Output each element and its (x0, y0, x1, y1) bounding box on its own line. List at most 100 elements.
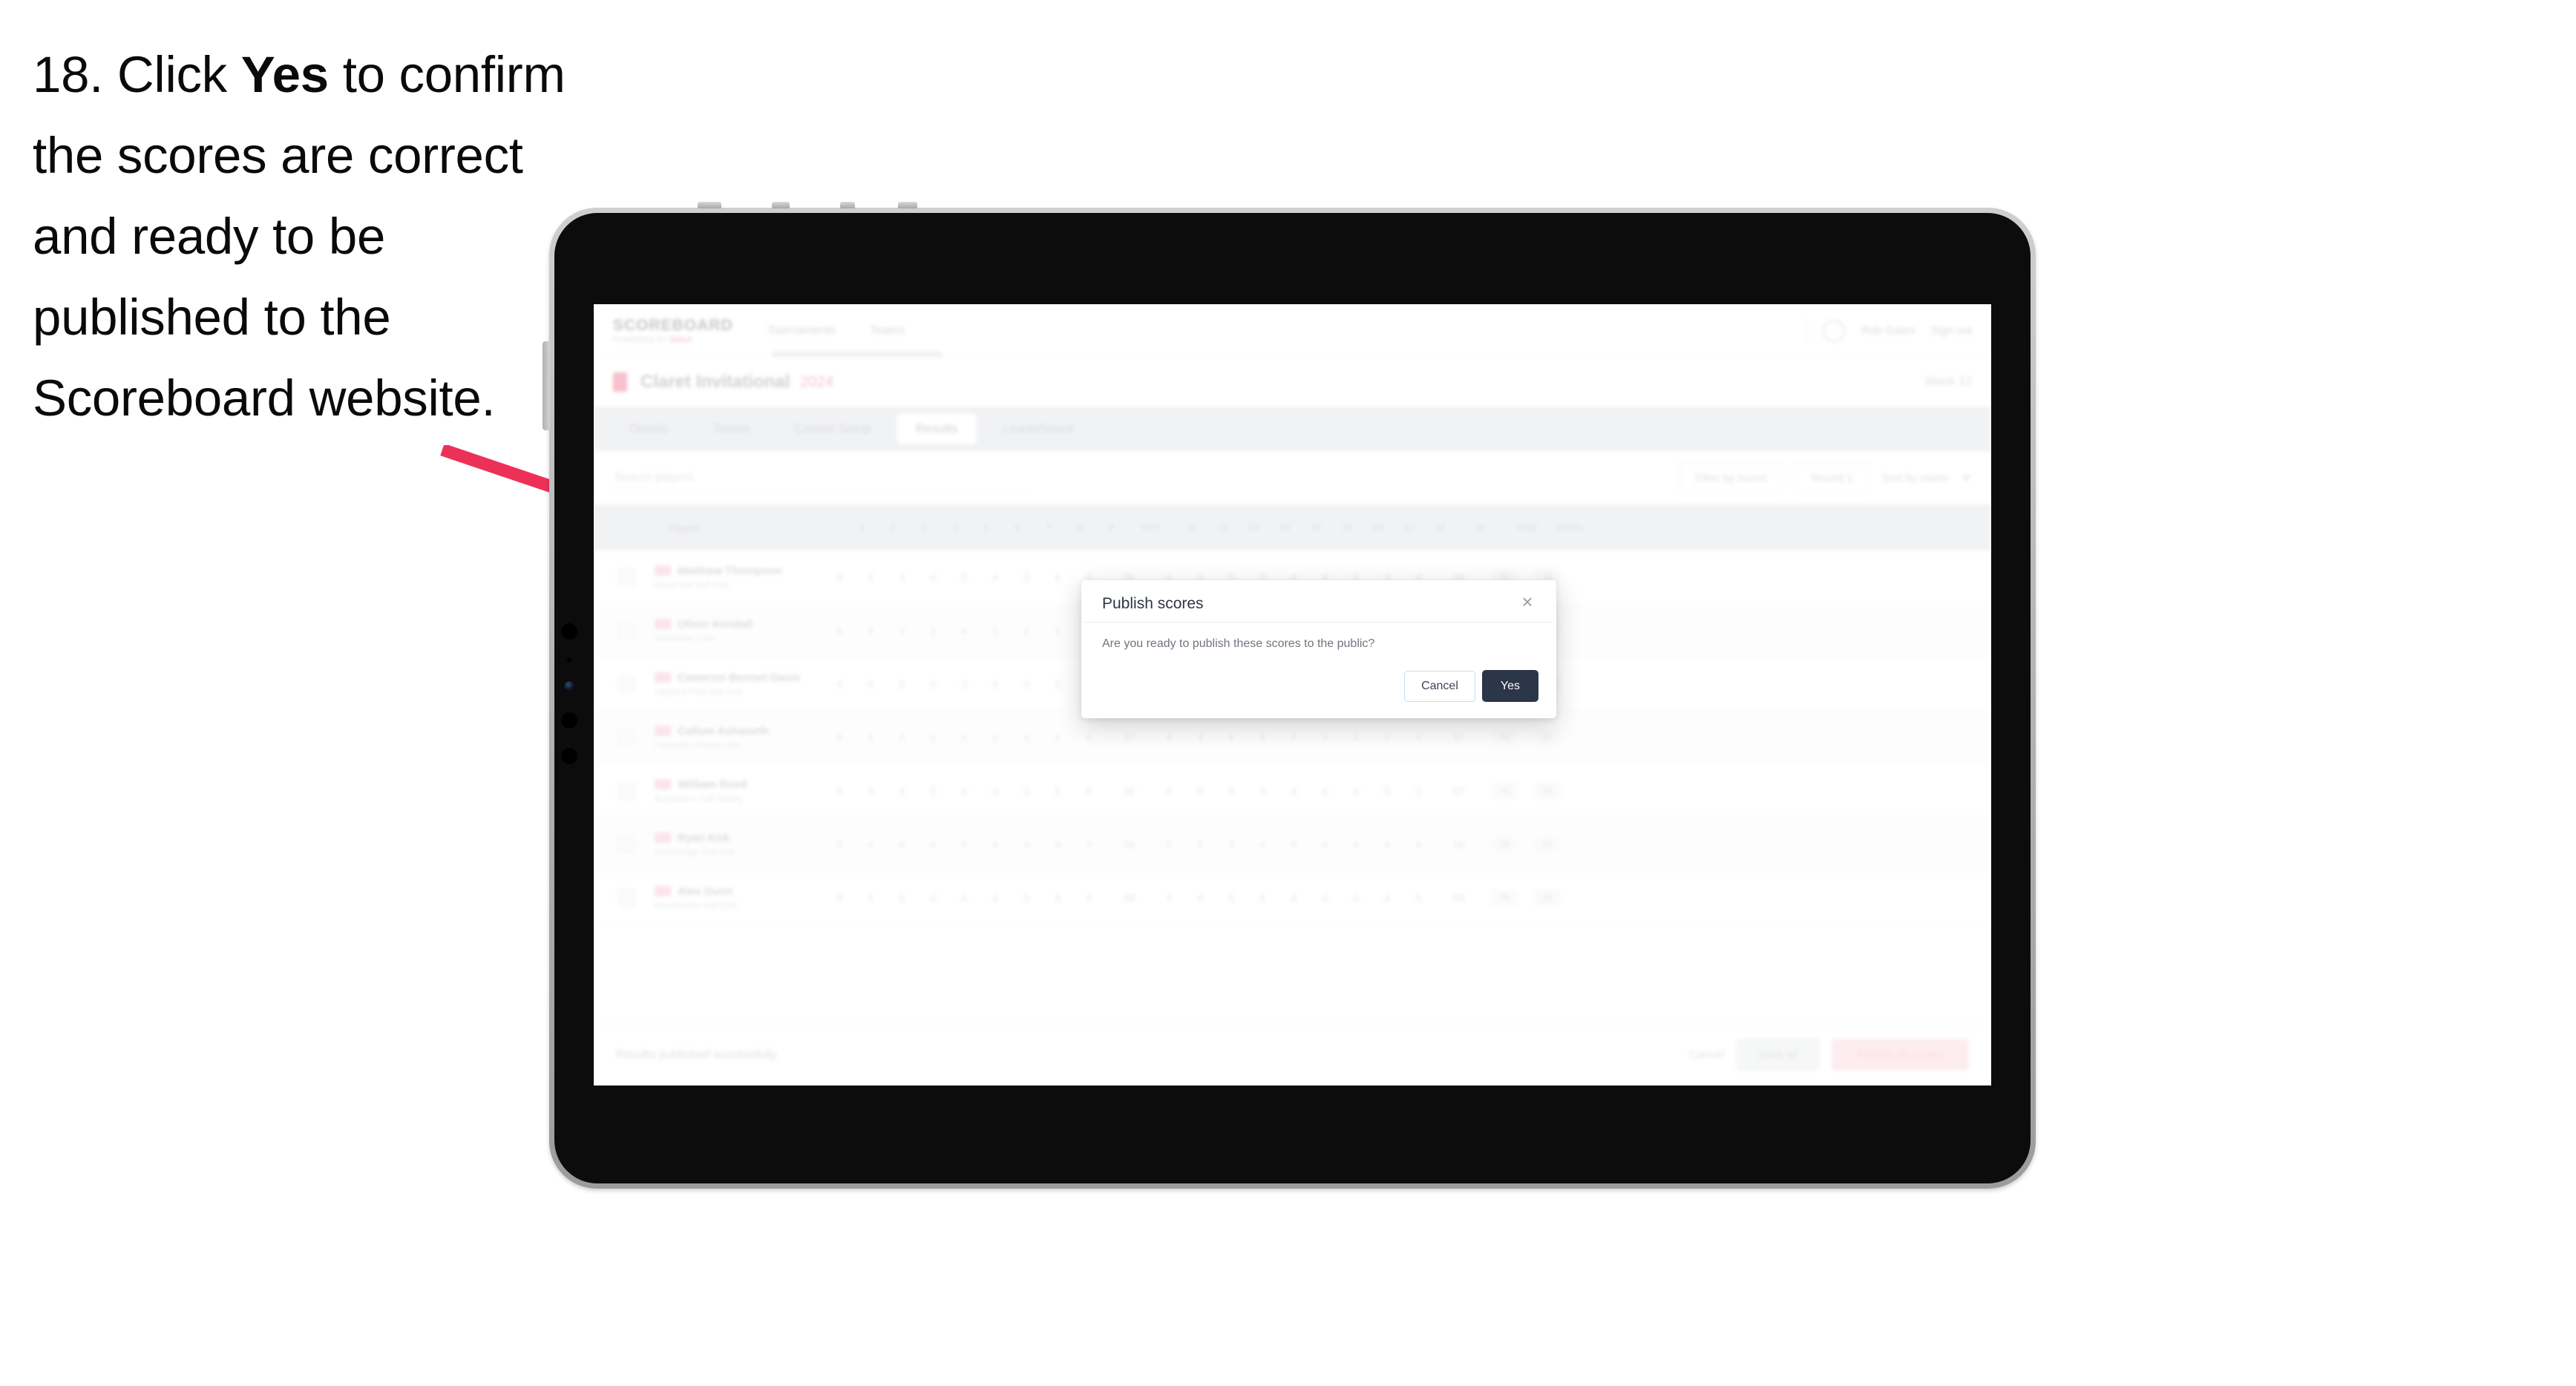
hole-score-cell[interactable]: 4 (1042, 732, 1073, 743)
tab-course-setup[interactable]: Course Setup (775, 413, 891, 444)
row-checkbox[interactable] (607, 675, 646, 692)
hole-score-cell[interactable]: 4 (980, 892, 1011, 904)
total-cell[interactable]: 74 (1483, 729, 1526, 746)
hole-score-cell[interactable]: 4 (948, 785, 980, 797)
save-all-button[interactable]: Save all (1735, 1039, 1820, 1071)
hole-score-cell[interactable]: 4 (980, 571, 1011, 583)
hole-score-cell[interactable]: 4 (1011, 838, 1042, 850)
hole-score-cell[interactable]: 4 (1216, 732, 1247, 743)
hole-score-cell[interactable]: 4 (1403, 838, 1434, 850)
out-total-cell[interactable]: 39 (1104, 892, 1153, 904)
hole-score-cell[interactable]: 5 (855, 732, 886, 743)
checkbox-icon[interactable] (618, 835, 635, 853)
table-row[interactable]: Ryan Kirk Stonebridge Golf Club 5 4 4 4 5 4 4 4 4 3… (594, 818, 1991, 871)
checkbox-icon[interactable] (618, 675, 635, 692)
points-cell[interactable]: 31 (1526, 729, 1569, 746)
hole-score-cell[interactable]: 5 (1278, 838, 1309, 850)
hole-score-cell[interactable]: 4 (855, 678, 886, 690)
hole-score-cell[interactable]: 5 (824, 838, 855, 850)
hole-score-cell[interactable]: 3 (1042, 625, 1073, 637)
hole-score-cell[interactable]: 4 (886, 838, 917, 850)
hole-score-cell[interactable]: 5 (824, 625, 855, 637)
hole-score-cell[interactable]: 4 (948, 892, 980, 904)
hole-score-cell[interactable]: 4 (1340, 785, 1371, 797)
avatar-icon[interactable] (1823, 319, 1846, 342)
hole-score-cell[interactable]: 3 (1011, 785, 1042, 797)
hole-score-cell[interactable]: 5 (1247, 732, 1278, 743)
hole-score-cell[interactable]: 4 (948, 625, 980, 637)
hole-score-cell[interactable]: 4 (1340, 732, 1371, 743)
points-cell[interactable]: 27 (1526, 835, 1569, 853)
hole-score-cell[interactable]: 4 (1153, 785, 1184, 797)
hole-score-cell[interactable]: 4 (917, 838, 948, 850)
hole-score-cell[interactable]: 4 (1153, 732, 1184, 743)
hole-score-cell[interactable]: 4 (886, 785, 917, 797)
hole-score-cell[interactable]: 4 (980, 678, 1011, 690)
hole-score-cell[interactable]: 3 (824, 732, 855, 743)
hole-score-cell[interactable]: 5 (855, 571, 886, 583)
hole-score-cell[interactable]: 4 (886, 732, 917, 743)
hole-score-cell[interactable]: 4 (1184, 732, 1216, 743)
hole-score-cell[interactable]: 3 (948, 678, 980, 690)
hole-score-cell[interactable]: 4 (855, 625, 886, 637)
table-row[interactable]: William Reed Brambleton Golf Society 4 4 4 5 4… (594, 764, 1991, 818)
points-cell[interactable]: 25 (1526, 889, 1569, 906)
hole-score-cell[interactable]: 5 (1011, 892, 1042, 904)
hole-score-cell[interactable]: 4 (980, 785, 1011, 797)
hole-score-cell[interactable]: 5 (1042, 678, 1073, 690)
hole-score-cell[interactable]: 5 (948, 571, 980, 583)
hole-score-cell[interactable]: 4 (1073, 838, 1104, 850)
round-filter-select[interactable]: Filter by round (1679, 462, 1783, 493)
hole-score-cell[interactable]: 4 (1278, 785, 1309, 797)
hole-score-cell[interactable]: 4 (1216, 785, 1247, 797)
hole-score-cell[interactable]: 4 (1247, 838, 1278, 850)
hole-score-cell[interactable]: 4 (1309, 785, 1340, 797)
hole-score-cell[interactable]: 4 (1011, 625, 1042, 637)
hole-score-cell[interactable]: 4 (1309, 838, 1340, 850)
hole-score-cell[interactable]: 4 (980, 838, 1011, 850)
in-total-cell[interactable]: 38 (1434, 838, 1483, 850)
hole-score-cell[interactable]: 5 (886, 892, 917, 904)
in-total-cell[interactable]: 39 (1434, 892, 1483, 904)
hole-score-cell[interactable]: 4 (917, 892, 948, 904)
cancel-button[interactable]: Cancel (1404, 670, 1475, 702)
hole-score-cell[interactable]: 4 (824, 785, 855, 797)
hole-score-cell[interactable]: 4 (1011, 732, 1042, 743)
hole-score-cell[interactable]: 5 (1371, 732, 1403, 743)
hole-score-cell[interactable]: 5 (886, 678, 917, 690)
hole-score-cell[interactable]: 4 (1371, 838, 1403, 850)
hole-score-cell[interactable]: 5 (1247, 892, 1278, 904)
checkbox-icon[interactable] (618, 782, 635, 799)
row-checkbox[interactable] (607, 729, 646, 746)
hole-score-cell[interactable]: 4 (824, 892, 855, 904)
hole-score-cell[interactable]: 4 (1042, 571, 1073, 583)
hole-score-cell[interactable]: 5 (1073, 785, 1104, 797)
hole-score-cell[interactable]: 4 (1011, 678, 1042, 690)
hole-score-cell[interactable]: 5 (1371, 785, 1403, 797)
hole-score-cell[interactable]: 5 (1403, 892, 1434, 904)
tab-teams[interactable]: Teams (693, 413, 769, 444)
side-button[interactable] (543, 341, 550, 430)
out-total-cell[interactable]: 38 (1104, 838, 1153, 850)
tab-results[interactable]: Results (897, 413, 977, 444)
hole-score-cell[interactable]: 4 (1371, 892, 1403, 904)
hole-score-cell[interactable]: 4 (1184, 838, 1216, 850)
nav-item-tournaments[interactable]: Tournaments (767, 324, 836, 338)
hole-score-cell[interactable]: 5 (1216, 892, 1247, 904)
chevron-down-icon[interactable] (1962, 475, 1970, 481)
hole-score-cell[interactable]: 4 (1278, 892, 1309, 904)
hole-score-cell[interactable]: 4 (1184, 892, 1216, 904)
hole-score-cell[interactable]: 4 (1309, 892, 1340, 904)
in-total-cell[interactable]: 37 (1434, 732, 1483, 743)
hole-score-cell[interactable]: 4 (824, 571, 855, 583)
sign-out-link[interactable]: Sign out (1931, 324, 1972, 337)
hole-score-cell[interactable]: 5 (917, 785, 948, 797)
nav-item-teams[interactable]: Teams (870, 324, 905, 338)
total-cell[interactable]: 78 (1483, 889, 1526, 906)
brand-logo[interactable]: SCOREBOARD POWERED BY GOLF (613, 317, 733, 344)
hole-score-cell[interactable]: 3 (886, 571, 917, 583)
yes-button[interactable]: Yes (1481, 670, 1538, 702)
hole-score-cell[interactable]: 3 (1309, 732, 1340, 743)
checkbox-icon[interactable] (618, 729, 635, 746)
hole-score-cell[interactable]: 4 (948, 732, 980, 743)
